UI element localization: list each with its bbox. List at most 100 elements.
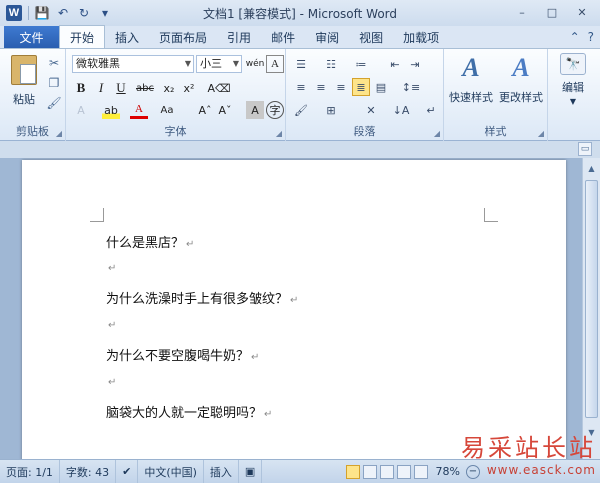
paragraph-text: 脑袋大的人就一定聪明吗？ [106, 406, 263, 421]
zoom-out-icon[interactable]: − [466, 464, 480, 479]
line-spacing-icon[interactable]: ↕≡ [402, 78, 420, 96]
align-left-icon[interactable]: ≡ [292, 78, 310, 96]
clipboard-group: 粘贴 ✂ ❐ 🖌 剪贴板 ◢ [0, 49, 66, 141]
cut-icon[interactable]: ✂ [46, 55, 62, 71]
bullets-icon[interactable]: ☰ [292, 55, 310, 73]
grow-font-icon[interactable]: Aˆ [196, 101, 214, 119]
tab-view[interactable]: 视图 [349, 26, 393, 48]
subscript-icon[interactable]: x₂ [160, 79, 178, 97]
page-count[interactable]: 页面: 1/1 [0, 459, 60, 483]
tab-file[interactable]: 文件 [4, 26, 59, 48]
chinese-layout-icon[interactable]: ✕ [362, 101, 380, 119]
paste-button[interactable]: 粘贴 [6, 53, 42, 113]
paragraph[interactable]: ↵ [106, 317, 116, 332]
font-name-select[interactable]: 微软雅黑 ▼ [72, 55, 194, 73]
scroll-up-icon[interactable]: ▲ [584, 160, 599, 176]
tab-review[interactable]: 审阅 [305, 26, 349, 48]
document-area: 什么是黑店？ ↵ ↵ 为什么洗澡时手上有很多皱纹？ ↵ ↵ 为什么不要空腹喝牛奶？ ↵… [0, 158, 582, 459]
paragraph[interactable]: 为什么不要空腹喝牛奶？ ↵ [106, 345, 259, 364]
view-ruler-icon[interactable]: ▭ [578, 142, 592, 156]
paragraph[interactable]: ↵ [106, 260, 116, 275]
styles-launcher-icon[interactable]: ◢ [538, 129, 544, 138]
shrink-font-icon[interactable]: Aˇ [216, 101, 234, 119]
editing-button[interactable]: 🔭 编辑 ▼ [553, 53, 593, 115]
outline-icon[interactable] [396, 464, 411, 479]
macro-record-icon[interactable]: ▣ [239, 459, 263, 483]
tab-insert[interactable]: 插入 [105, 26, 149, 48]
sort-icon[interactable]: ↓A [392, 101, 410, 119]
close-button[interactable]: ✕ [568, 3, 596, 21]
tab-addins[interactable]: 加载项 [393, 26, 449, 48]
insert-mode[interactable]: 插入 [204, 459, 239, 483]
character-border-icon[interactable]: A [266, 55, 284, 73]
scroll-down-icon[interactable]: ▼ [584, 424, 599, 440]
tab-page-layout[interactable]: 页面布局 [149, 26, 217, 48]
language-indicator[interactable]: 中文(中国) [138, 459, 204, 483]
minimize-button[interactable]: – [508, 3, 536, 21]
paragraph-launcher-icon[interactable]: ◢ [434, 129, 440, 138]
strikethrough-icon[interactable]: abc [136, 79, 154, 97]
scrollbar-thumb[interactable] [585, 180, 598, 418]
shading-icon[interactable]: 🖌 [292, 101, 310, 119]
full-screen-reading-icon[interactable] [362, 464, 377, 479]
enclose-characters-icon[interactable]: 字 [266, 101, 284, 119]
bold-icon[interactable]: B [72, 79, 90, 97]
tab-references[interactable]: 引用 [217, 26, 261, 48]
undo-icon[interactable]: ↶ [55, 5, 71, 21]
increase-indent-icon[interactable]: ⇥ [406, 55, 424, 73]
save-icon[interactable]: 💾 [34, 5, 50, 21]
paragraph[interactable]: ↵ [106, 374, 116, 389]
font-name-value: 微软雅黑 [76, 57, 120, 70]
font-size-select[interactable]: 小三 ▼ [196, 55, 242, 73]
character-shading-icon[interactable]: A [246, 101, 264, 119]
view-buttons [345, 464, 428, 479]
proofing-icon[interactable]: ✔ [116, 459, 139, 483]
multilevel-list-icon[interactable]: ≔ [352, 55, 370, 73]
redo-icon[interactable]: ↻ [76, 5, 92, 21]
draft-icon[interactable] [413, 464, 428, 479]
paragraph[interactable]: 脑袋大的人就一定聪明吗？ ↵ [106, 402, 272, 421]
justify-icon[interactable]: ≣ [352, 78, 370, 96]
highlight-icon[interactable]: ab [102, 101, 120, 119]
align-center-icon[interactable]: ≡ [312, 78, 330, 96]
word-app-icon[interactable]: W [6, 5, 22, 21]
copy-icon[interactable]: ❐ [46, 75, 62, 91]
clipboard-launcher-icon[interactable]: ◢ [56, 129, 62, 138]
title-bar: W 💾 ↶ ↻ ▾ 文档1 [兼容模式] - Microsoft Word – … [0, 0, 600, 26]
ribbon-right-controls: ⌃ ? [570, 30, 594, 44]
font-launcher-icon[interactable]: ◢ [276, 129, 282, 138]
numbering-icon[interactable]: ☷ [322, 55, 340, 73]
vertical-scrollbar[interactable]: ▲ ▼ [582, 158, 600, 459]
paragraph[interactable]: 为什么洗澡时手上有很多皱纹？ ↵ [106, 288, 298, 307]
decrease-indent-icon[interactable]: ⇤ [386, 55, 404, 73]
word-count[interactable]: 字数: 43 [60, 459, 117, 483]
minimize-ribbon-icon[interactable]: ⌃ [570, 30, 580, 44]
web-layout-icon[interactable] [379, 464, 394, 479]
text-effects-icon[interactable]: A [72, 101, 90, 119]
show-marks-icon[interactable]: ↵ [422, 101, 440, 119]
distributed-icon[interactable]: ▤ [372, 78, 390, 96]
tab-home[interactable]: 开始 [59, 25, 106, 48]
change-styles-button[interactable]: A 更改样式 [496, 53, 546, 115]
paragraph[interactable]: 什么是黑店？ ↵ [106, 232, 194, 251]
clear-formatting-icon[interactable]: A⌫ [207, 79, 230, 97]
italic-icon[interactable]: I [92, 79, 110, 97]
print-layout-icon[interactable] [345, 464, 360, 479]
maximize-button[interactable]: □ [538, 3, 566, 21]
font-color-icon[interactable]: A [130, 101, 148, 119]
styles-group: A 快速样式 A 更改样式 样式 ◢ [444, 49, 548, 141]
help-icon[interactable]: ? [588, 30, 594, 44]
zoom-level[interactable]: 78% [436, 465, 460, 478]
tab-mailings[interactable]: 邮件 [261, 26, 305, 48]
align-right-icon[interactable]: ≡ [332, 78, 350, 96]
change-case-icon[interactable]: Aa [158, 101, 176, 119]
phonetic-guide-icon[interactable]: wén [246, 55, 265, 73]
window-controls: – □ ✕ [508, 3, 596, 21]
borders-icon[interactable]: ⊞ [322, 101, 340, 119]
underline-icon[interactable]: U [112, 79, 130, 97]
customize-qat-icon[interactable]: ▾ [97, 5, 113, 21]
superscript-icon[interactable]: x² [180, 79, 198, 97]
document-page[interactable]: 什么是黑店？ ↵ ↵ 为什么洗澡时手上有很多皱纹？ ↵ ↵ 为什么不要空腹喝牛奶？ ↵… [22, 160, 566, 459]
quick-styles-button[interactable]: A 快速样式 [446, 53, 496, 115]
format-painter-icon[interactable]: 🖌 [46, 95, 62, 111]
